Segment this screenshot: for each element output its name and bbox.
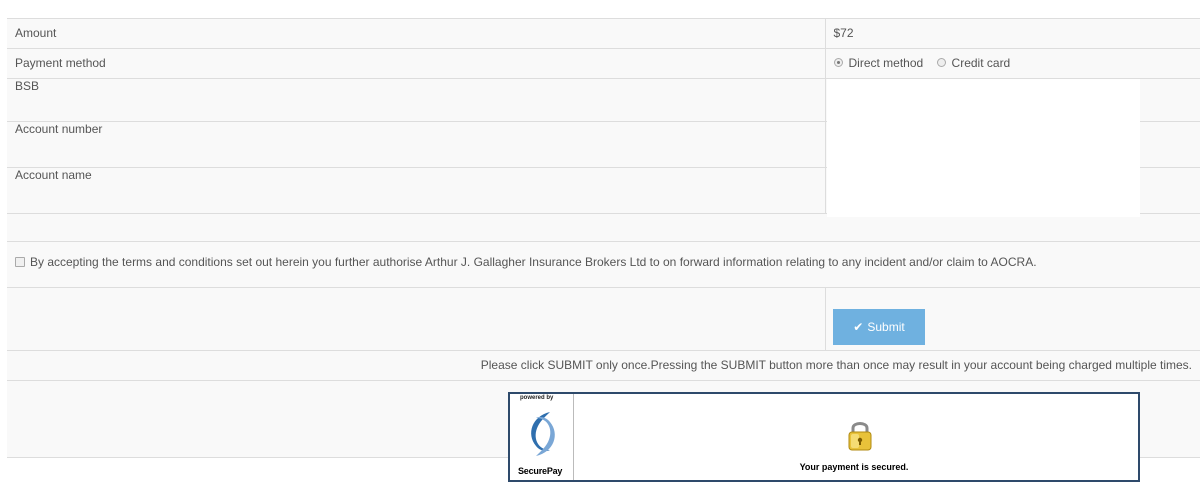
amount-row: Amount $72 (7, 18, 1200, 49)
submit-notice: Please click SUBMIT only once.Pressing t… (7, 350, 1200, 381)
powered-by-text: powered by (520, 395, 554, 401)
bank-details-input-area[interactable] (827, 79, 1140, 217)
direct-method-label: Direct method (848, 56, 924, 70)
direct-method-option[interactable]: Direct method (833, 56, 927, 70)
payment-method-row: Payment method Direct method Credit card (7, 48, 1200, 79)
terms-cell: By accepting the terms and conditions se… (7, 241, 1200, 288)
payment-method-label: Payment method (7, 48, 825, 79)
payment-method-options: Direct method Credit card (824, 48, 1200, 79)
spacer-row (7, 213, 1200, 242)
submit-row (7, 287, 1200, 351)
submit-button[interactable]: ✔ Submit (833, 309, 925, 345)
terms-text: By accepting the terms and conditions se… (30, 255, 1037, 269)
submit-row-left (7, 287, 825, 351)
spacer-cell (7, 213, 1200, 242)
direct-method-radio[interactable] (833, 58, 843, 68)
notice-row: Please click SUBMIT only once.Pressing t… (7, 350, 1200, 381)
securepay-banner: powered by SecurePay Your payment is sec… (508, 392, 1140, 482)
terms-checkbox[interactable] (15, 256, 25, 267)
padlock-icon (848, 422, 872, 451)
securepay-swirl-icon (531, 412, 555, 456)
credit-card-radio[interactable] (936, 58, 946, 68)
amount-value: $72 (824, 18, 1200, 49)
account-name-label: Account name (7, 167, 825, 214)
terms-row: By accepting the terms and conditions se… (7, 241, 1200, 288)
check-icon: ✔ (853, 320, 864, 334)
account-number-label: Account number (7, 121, 825, 168)
bsb-label: BSB (7, 78, 825, 122)
credit-card-label: Credit card (951, 56, 1011, 70)
payment-secured-text: Your payment is secured. (799, 462, 909, 472)
amount-label: Amount (7, 18, 825, 49)
credit-card-option[interactable]: Credit card (936, 56, 1011, 70)
submit-button-label: Submit (867, 320, 905, 334)
